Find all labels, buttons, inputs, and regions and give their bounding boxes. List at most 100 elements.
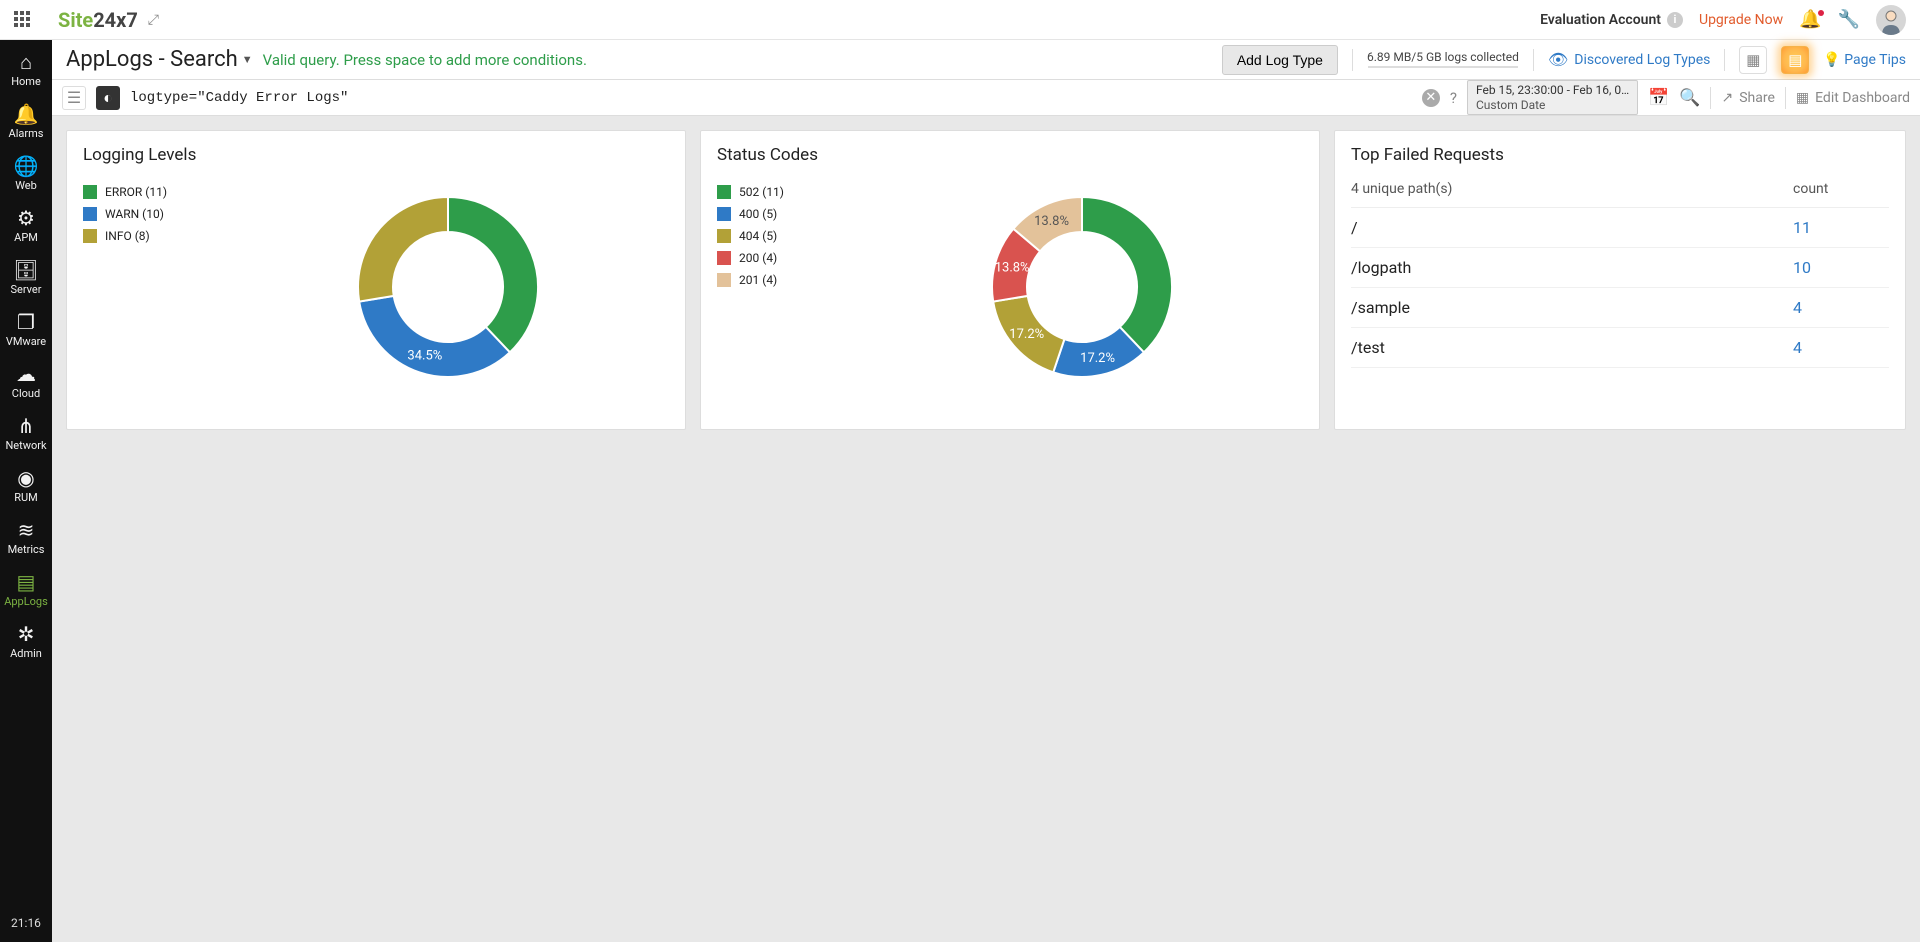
sidebar-item-network[interactable]: ⋔Network xyxy=(4,408,48,460)
page-tips-link[interactable]: 💡 Page Tips xyxy=(1823,52,1906,68)
legend-item[interactable]: 400 (5) xyxy=(717,207,837,221)
share-button[interactable]: ↗ Share xyxy=(1721,90,1774,106)
info-icon: i xyxy=(1667,12,1683,28)
add-log-type-button[interactable]: Add Log Type xyxy=(1222,45,1338,75)
path-cell: /sample xyxy=(1351,298,1410,317)
swatch-icon xyxy=(83,207,97,221)
sidebar-item-label: Network xyxy=(5,439,46,452)
cloud-icon: ☁ xyxy=(16,364,36,384)
logo[interactable]: Site24x7 xyxy=(58,8,138,32)
legend-item[interactable]: INFO (8) xyxy=(83,229,203,243)
sidebar-item-rum[interactable]: ◉RUM xyxy=(4,460,48,512)
sidebar-item-label: Home xyxy=(11,75,41,88)
web-icon: 🌐 xyxy=(14,156,39,176)
edit-dashboard-button[interactable]: ▦ Edit Dashboard xyxy=(1796,90,1910,106)
swatch-icon xyxy=(717,229,731,243)
apm-icon: ⚙ xyxy=(17,208,35,228)
date-range-picker[interactable]: Feb 15, 23:30:00 - Feb 16, 0… Custom Dat… xyxy=(1467,80,1638,115)
legend-label: 400 (5) xyxy=(739,207,777,221)
sidebar-item-home[interactable]: ⌂Home xyxy=(4,44,48,96)
avatar[interactable] xyxy=(1876,5,1906,35)
caret-down-icon: ▼ xyxy=(242,53,253,66)
donut-chart[interactable]: 34.5% xyxy=(227,177,669,397)
content: Logging Levels ERROR (11) WARN (10) INFO (… xyxy=(52,116,1920,942)
bell-icon[interactable]: 🔔 xyxy=(1799,9,1821,30)
status-codes-card: Status Codes 502 (11)400 (5)404 (5)200 (… xyxy=(700,130,1320,430)
card-title: Logging Levels xyxy=(83,145,669,165)
path-cell: /test xyxy=(1351,338,1385,357)
sidebar-item-server[interactable]: 🗄Server xyxy=(4,252,48,304)
sidebar-item-label: Cloud xyxy=(12,387,40,400)
count-cell[interactable]: 10 xyxy=(1793,258,1889,277)
page-title[interactable]: AppLogs - Search ▼ xyxy=(66,47,253,72)
upgrade-link[interactable]: Upgrade Now xyxy=(1699,12,1783,28)
count-cell[interactable]: 4 xyxy=(1793,338,1889,357)
sidebar-item-label: Web xyxy=(15,179,37,192)
divider xyxy=(1785,87,1786,109)
admin-icon: ✲ xyxy=(18,624,35,644)
layout-button[interactable]: ▦ xyxy=(1739,46,1767,74)
wrench-icon[interactable]: 🔧 xyxy=(1838,9,1860,30)
sidebar-item-label: VMware xyxy=(6,335,46,348)
legend-item[interactable]: 200 (4) xyxy=(717,251,837,265)
apps-grid-icon[interactable] xyxy=(14,11,32,29)
sidebar-item-label: RUM xyxy=(14,491,38,504)
legend-item[interactable]: WARN (10) xyxy=(83,207,203,221)
help-icon[interactable]: ? xyxy=(1450,89,1457,107)
sidebar-item-metrics[interactable]: ≋Metrics xyxy=(4,512,48,564)
account-label[interactable]: Evaluation Account i xyxy=(1540,12,1683,28)
sidebar-item-label: AppLogs xyxy=(4,595,48,608)
divider xyxy=(1352,49,1353,71)
svg-text:34.5%: 34.5% xyxy=(407,349,442,364)
table-row[interactable]: /11 xyxy=(1351,208,1889,248)
sidebar-item-cloud[interactable]: ☁ Cloud xyxy=(4,356,48,408)
chart-view-button[interactable]: ◐ xyxy=(96,86,120,110)
legend-item[interactable]: 201 (4) xyxy=(717,273,837,287)
legend-item[interactable]: ERROR (11) xyxy=(83,185,203,199)
sidebar-item-admin[interactable]: ✲Admin xyxy=(4,616,48,668)
legend-label: ERROR (11) xyxy=(105,185,167,199)
swatch-icon xyxy=(717,185,731,199)
count-cell[interactable]: 4 xyxy=(1793,298,1889,317)
expand-icon[interactable]: ⤢ xyxy=(148,16,159,24)
logging-levels-card: Logging Levels ERROR (11) WARN (10) INFO (… xyxy=(66,130,686,430)
grid-icon: ▦ xyxy=(1796,90,1809,106)
count-cell[interactable]: 11 xyxy=(1793,218,1889,237)
sidebar-item-applogs[interactable]: ▤AppLogs xyxy=(4,564,48,616)
donut-chart[interactable]: 17.2%17.2%13.8%13.8% xyxy=(861,177,1303,397)
share-icon: ↗ xyxy=(1721,90,1733,106)
table-row[interactable]: /sample 4 xyxy=(1351,288,1889,328)
sidebar-item-label: Server xyxy=(10,283,41,296)
calendar-icon[interactable]: 📅 xyxy=(1648,88,1669,108)
sidebar-item-web[interactable]: 🌐 Web xyxy=(4,148,48,200)
legend-label: 502 (11) xyxy=(739,185,784,199)
table-row[interactable]: /test 4 xyxy=(1351,328,1889,368)
sidebar-item-vmware[interactable]: ❐VMware xyxy=(4,304,48,356)
topbar: Site24x7 ⤢ Evaluation Account i Upgrade … xyxy=(0,0,1920,40)
valid-query-text: Valid query. Press space to add more con… xyxy=(263,51,587,69)
divider xyxy=(1710,87,1711,109)
table-row[interactable]: /logpath 10 xyxy=(1351,248,1889,288)
list-view-button[interactable]: ☰ xyxy=(62,86,86,110)
sidebar-item-alarms[interactable]: 🔔Alarms xyxy=(4,96,48,148)
query-input[interactable] xyxy=(130,90,1412,106)
top-failed-requests-card: Top Failed Requests 4 unique path(s) cou… xyxy=(1334,130,1906,430)
sidebar-item-apm[interactable]: ⚙APM xyxy=(4,200,48,252)
discovered-log-types-link[interactable]: 👁 Discovered Log Types xyxy=(1548,50,1710,69)
metrics-icon: ≋ xyxy=(18,520,35,540)
eye-icon: 👁 xyxy=(1548,50,1568,69)
legend-label: WARN (10) xyxy=(105,207,164,221)
clear-query-button[interactable]: ✕ xyxy=(1422,89,1440,107)
svg-text:17.2%: 17.2% xyxy=(1009,327,1044,342)
path-cell: /logpath xyxy=(1351,258,1411,277)
swatch-icon xyxy=(83,229,97,243)
legend-item[interactable]: 502 (11) xyxy=(717,185,837,199)
swatch-icon xyxy=(717,273,731,287)
search-icon[interactable]: 🔍 xyxy=(1679,88,1700,108)
highlight-button[interactable]: ▤ xyxy=(1781,46,1809,74)
legend-item[interactable]: 404 (5) xyxy=(717,229,837,243)
divider xyxy=(1724,49,1725,71)
logo-x7: 24x7 xyxy=(93,8,138,32)
legend-label: 201 (4) xyxy=(739,273,777,287)
table-header: 4 unique path(s) count xyxy=(1351,177,1889,208)
